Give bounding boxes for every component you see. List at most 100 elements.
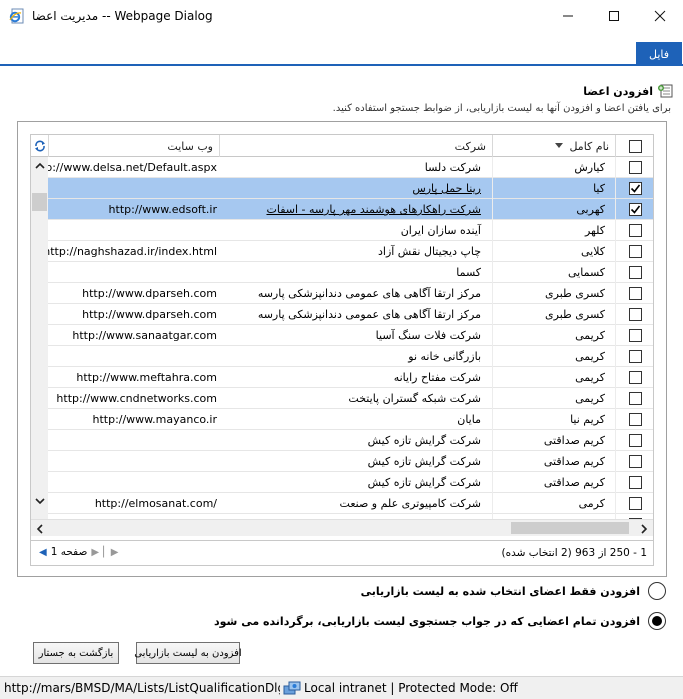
name-cell[interactable]: کریمی bbox=[492, 388, 615, 409]
horizontal-scroll-thumb[interactable] bbox=[511, 522, 629, 534]
website-cell[interactable]: http://www.cndnetworks.com bbox=[48, 388, 219, 409]
name-cell[interactable]: کریم صداقتی bbox=[492, 472, 615, 493]
company-cell[interactable]: شرکت گرایش تازه کیش bbox=[219, 430, 492, 451]
company-cell[interactable]: مرکز ارتقا آگاهی های عمومی دندانپزشکی پا… bbox=[219, 304, 492, 325]
maximize-button[interactable] bbox=[591, 0, 637, 32]
table-row[interactable]: http://www.sanaatgar.com شرکت فلات سنگ آس… bbox=[48, 325, 653, 346]
website-cell[interactable]: http://elmosanat.com/ bbox=[48, 493, 219, 514]
row-checkbox[interactable] bbox=[629, 287, 642, 300]
vertical-scroll-thumb[interactable] bbox=[32, 193, 47, 211]
name-cell[interactable]: کریم صداقتی bbox=[492, 451, 615, 472]
scroll-left-button[interactable] bbox=[31, 520, 48, 537]
column-header-name[interactable]: نام کامل bbox=[492, 135, 615, 157]
row-checkbox[interactable] bbox=[629, 413, 642, 426]
row-checkbox[interactable] bbox=[629, 245, 642, 258]
row-checkbox[interactable] bbox=[629, 434, 642, 447]
file-tab[interactable]: فایل bbox=[636, 42, 682, 66]
next-page-icon[interactable]: ◀ bbox=[39, 547, 47, 558]
column-header-website[interactable]: وب سایت bbox=[48, 135, 219, 157]
row-checkbox[interactable] bbox=[629, 476, 642, 489]
add-to-list-button[interactable]: افزودن به لیست بازاریابی bbox=[134, 642, 242, 664]
close-button[interactable] bbox=[637, 0, 683, 32]
option-selected-only[interactable]: افزودن فقط اعضای انتخاب شده به لیست بازا… bbox=[361, 580, 666, 602]
name-cell[interactable]: کسری طبری bbox=[492, 304, 615, 325]
row-checkbox[interactable] bbox=[629, 350, 642, 363]
table-row[interactable]: http://naghshazad.ir/index.html چاپ دیجیت… bbox=[48, 241, 653, 262]
row-checkbox[interactable] bbox=[629, 308, 642, 321]
radio-all-results[interactable] bbox=[648, 612, 666, 630]
website-cell[interactable]: http://www.sanaatgar.com bbox=[48, 325, 219, 346]
name-cell[interactable]: کریم صداقتی bbox=[492, 430, 615, 451]
website-cell[interactable]: http://www.mayanco.ir bbox=[48, 409, 219, 430]
name-cell[interactable]: کریمی bbox=[492, 325, 615, 346]
horizontal-scrollbar[interactable] bbox=[31, 519, 653, 537]
company-cell[interactable]: مایان bbox=[219, 409, 492, 430]
table-row[interactable]: http://www.dparseh.com مرکز ارتقا آگاهی ه… bbox=[48, 283, 653, 304]
table-row[interactable]: http://www.cndnetworks.com شرکت شبکه گستر… bbox=[48, 388, 653, 409]
previous-page-icon[interactable]: ▶ bbox=[91, 547, 99, 558]
company-cell[interactable]: آینده سازان ایران bbox=[219, 220, 492, 241]
minimize-button[interactable] bbox=[545, 0, 591, 32]
company-cell[interactable]: شرکت گرایش تازه کیش bbox=[219, 451, 492, 472]
website-cell[interactable]: http://naghshazad.ir/index.html bbox=[48, 241, 219, 262]
scroll-up-button[interactable] bbox=[31, 157, 48, 174]
name-cell[interactable]: کهربی bbox=[492, 199, 615, 220]
scroll-down-button[interactable] bbox=[31, 493, 48, 510]
table-row[interactable]: http://www.meftahra.com شرکت مفتاح رایانه… bbox=[48, 367, 653, 388]
website-cell[interactable]: http://www.edsoft.ir bbox=[48, 199, 219, 220]
website-cell[interactable]: ttp://www.delsa.net/Default.aspx bbox=[48, 157, 219, 178]
name-cell[interactable]: کرمی bbox=[492, 493, 615, 514]
row-checkbox[interactable] bbox=[629, 371, 642, 384]
company-cell[interactable]: شرکت مفتاح رایانه bbox=[219, 367, 492, 388]
table-row[interactable]: http://www.mayanco.ir مایان کریم نیا bbox=[48, 409, 653, 430]
scroll-right-button[interactable] bbox=[636, 520, 653, 537]
name-cell[interactable]: کریمی bbox=[492, 367, 615, 388]
table-row[interactable]: http://www.edsoft.ir شرکت راهکارهای هوشمن… bbox=[48, 199, 653, 220]
table-row[interactable]: رینا حمل پارس کیا bbox=[48, 178, 653, 199]
name-cell[interactable]: کسمایی bbox=[492, 262, 615, 283]
row-checkbox[interactable] bbox=[629, 455, 642, 468]
table-row[interactable]: آینده سازان ایران کلهر bbox=[48, 220, 653, 241]
name-cell[interactable]: کیارش bbox=[492, 157, 615, 178]
website-cell[interactable]: http://www.dparseh.com bbox=[48, 304, 219, 325]
company-cell[interactable]: شرکت کامپیوتری علم و صنعت bbox=[219, 493, 492, 514]
website-cell[interactable]: http://www.meftahra.com bbox=[48, 367, 219, 388]
row-checkbox[interactable] bbox=[629, 224, 642, 237]
company-cell[interactable]: رینا حمل پارس bbox=[219, 178, 492, 199]
company-cell[interactable]: کسما bbox=[219, 262, 492, 283]
table-row[interactable]: ttp://www.delsa.net/Default.aspx شرکت دلس… bbox=[48, 157, 653, 178]
name-cell[interactable]: کریمی bbox=[492, 346, 615, 367]
company-cell[interactable]: چاپ دیجیتال نقش آزاد bbox=[219, 241, 492, 262]
select-all-checkbox[interactable] bbox=[629, 139, 642, 153]
name-cell[interactable]: کلهر bbox=[492, 220, 615, 241]
table-row[interactable]: http://www.dparseh.com مرکز ارتقا آگاهی ه… bbox=[48, 304, 653, 325]
company-cell[interactable]: شرکت شبکه گستران پایتخت bbox=[219, 388, 492, 409]
first-page-icon[interactable]: ▶▏ bbox=[103, 547, 118, 558]
company-cell[interactable]: شرکت گرایش تازه کیش bbox=[219, 472, 492, 493]
row-checkbox[interactable] bbox=[629, 182, 642, 195]
company-cell[interactable]: شرکت فلات سنگ آسیا bbox=[219, 325, 492, 346]
table-row[interactable]: کسما کسمایی bbox=[48, 262, 653, 283]
table-row[interactable]: شرکت گرایش تازه کیش کریم صداقتی bbox=[48, 472, 653, 493]
company-cell[interactable]: شرکت راهکارهای هوشمند مهر پارسه - اسفات bbox=[219, 199, 492, 220]
name-cell[interactable]: کریم نیا bbox=[492, 409, 615, 430]
row-checkbox[interactable] bbox=[629, 203, 642, 216]
column-header-company[interactable]: شرکت bbox=[219, 135, 492, 157]
name-cell[interactable]: کلایی bbox=[492, 241, 615, 262]
name-cell[interactable]: کسری طبری bbox=[492, 283, 615, 304]
table-row[interactable]: بازرگانی خانه نو کریمی bbox=[48, 346, 653, 367]
option-all-results[interactable]: افزودن تمام اعضایی که در جواب جستجوی لیس… bbox=[214, 610, 666, 632]
table-row[interactable]: شرکت گرایش تازه کیش کریم صداقتی bbox=[48, 430, 653, 451]
vertical-scrollbar[interactable] bbox=[31, 157, 48, 519]
row-checkbox[interactable] bbox=[629, 392, 642, 405]
row-checkbox[interactable] bbox=[629, 497, 642, 510]
table-row[interactable]: http://elmosanat.com/شرکت کامپیوتری علم … bbox=[48, 493, 653, 514]
table-row[interactable]: شرکت گرایش تازه کیش کریم صداقتی bbox=[48, 451, 653, 472]
row-checkbox[interactable] bbox=[629, 266, 642, 279]
company-cell[interactable]: بازرگانی خانه نو bbox=[219, 346, 492, 367]
company-cell[interactable]: شرکت دلسا bbox=[219, 157, 492, 178]
row-checkbox[interactable] bbox=[629, 329, 642, 342]
company-cell[interactable]: مرکز ارتقا آگاهی های عمومی دندانپزشکی پا… bbox=[219, 283, 492, 304]
back-to-search-button[interactable]: بازگشت به جستار bbox=[33, 642, 119, 664]
row-checkbox[interactable] bbox=[629, 161, 642, 174]
